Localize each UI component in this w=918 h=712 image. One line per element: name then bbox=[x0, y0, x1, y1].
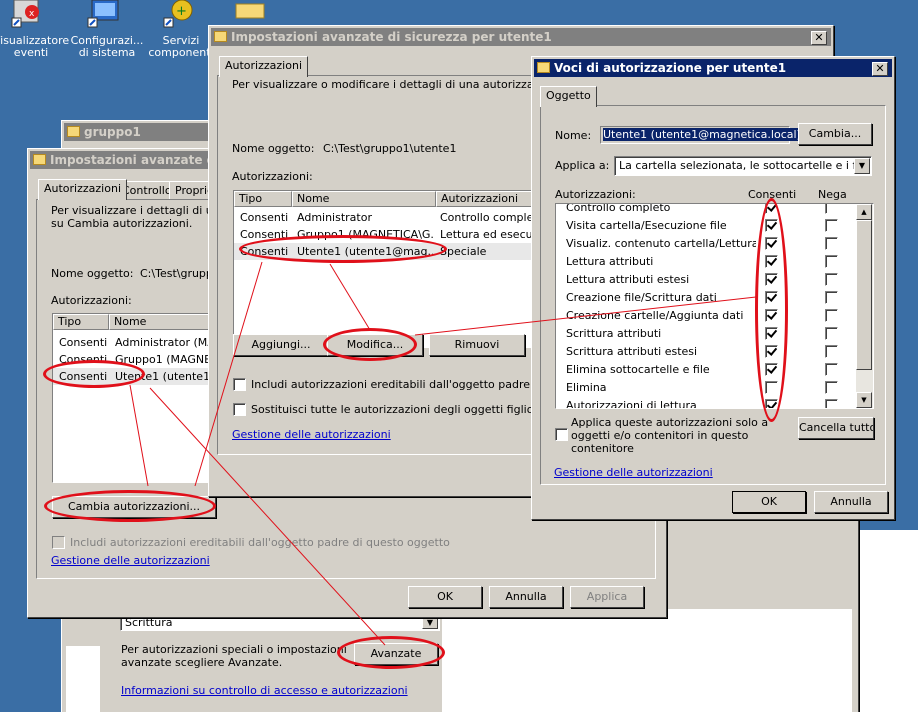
annotation-ellipse-edit-button bbox=[323, 328, 417, 361]
annotation-ellipse-mid-row bbox=[239, 235, 447, 263]
annotation-ellipse-left-row bbox=[43, 360, 145, 388]
annotation-line bbox=[414, 296, 757, 336]
annotation-ellipse-allow-column bbox=[755, 198, 788, 422]
tab-oggetto[interactable]: Oggetto bbox=[540, 86, 597, 107]
annotation-line bbox=[129, 384, 149, 487]
tab-autorizzazioni[interactable]: Autorizzazioni bbox=[38, 179, 127, 200]
annotation-line bbox=[329, 263, 371, 331]
tab-autorizzazioni[interactable]: Autorizzazioni bbox=[219, 56, 308, 77]
annotation-ellipse-change-button bbox=[44, 490, 216, 522]
annotation-ellipse-advanced-button bbox=[337, 636, 445, 669]
annotation-line bbox=[194, 261, 263, 487]
